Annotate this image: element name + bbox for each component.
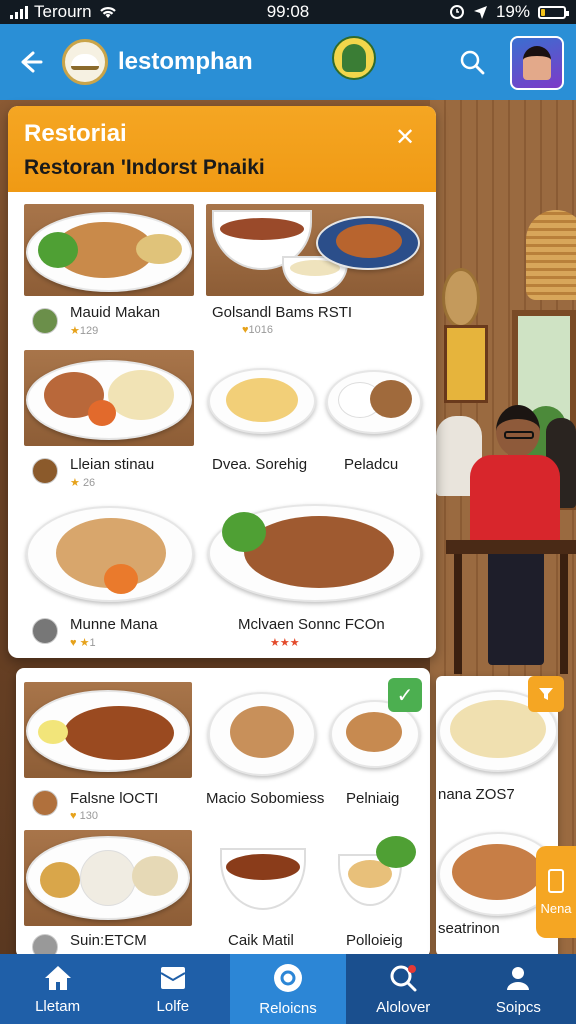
close-icon[interactable]: ✕ [392,124,418,151]
dish-photo[interactable] [24,830,192,926]
bottom-nav: Lletam Lolfe Reloicns Alolover Soipcs [0,954,576,1024]
wifi-icon [99,7,116,18]
nav-profile[interactable]: Soipcs [460,954,576,1024]
rattan-lamp [526,210,576,300]
battery-percent: 19% [495,2,530,21]
card-header: Restoriai Restoran 'Indorst Pnaiki ✕ [8,106,436,192]
dish-photo[interactable] [206,204,424,296]
item-name[interactable]: Dvea. Sorehig [212,456,307,473]
nav-label: Soipcs [495,998,541,1016]
item-rating: ♥ 130 [70,810,98,822]
filter-icon[interactable] [528,676,564,712]
item-rating: ★★★ [270,637,300,649]
nav-home[interactable]: Lletam [0,954,115,1024]
nav-menu[interactable]: Lolfe [115,954,230,1024]
nav-label: Alolover [376,998,431,1016]
side-tab[interactable]: Nena [536,846,576,938]
item-rating: ♥1016 [242,324,274,336]
restaurant-card-2: Falsne lOCTI ♥ 130 Macio Sobomiess Pelni… [16,668,430,958]
nav-label: Lletam [35,997,81,1015]
app-header: lestomphan [0,24,576,100]
item-rating: ★ 26 [70,477,96,489]
back-arrow-icon[interactable] [12,44,48,80]
item-name[interactable]: Mclvaen Sonnc FCOn [238,616,385,633]
item-rating: ♥ ★1 [70,637,96,649]
location-arrow-icon [473,5,487,19]
item-name[interactable]: Falsne lOCTI [70,790,158,807]
nav-label: Lolfe [156,997,190,1015]
nav-search[interactable]: Alolover [345,954,461,1024]
battery-icon [538,5,569,19]
item-name[interactable]: Macio Sobomiess [206,790,324,807]
wall-picture [444,325,488,403]
location-icon [274,963,302,992]
card-title: Restoriai [24,120,127,147]
item-rating: ★129 [70,325,99,337]
restaurant-card: Restoriai Restoran 'Indorst Pnaiki ✕ Mau… [8,106,436,658]
search-icon [390,964,417,991]
phone-icon [548,868,564,893]
chef-badge-icon[interactable] [332,36,376,80]
straw-hat-decoration [442,268,480,328]
profile-icon [507,966,530,990]
avatar [32,458,58,484]
item-name[interactable]: Pelniaig [346,790,399,807]
item-name[interactable]: Polloieig [346,932,403,949]
app-title: lestomphan [118,48,253,75]
avatar [32,618,58,644]
nav-location[interactable]: Reloicns [230,954,346,1024]
item-name[interactable]: Mauid Makan [70,304,160,321]
alarm-icon [449,5,464,19]
status-bar: Terourn 99:08 19% [0,0,576,24]
item-name[interactable]: nana ZOS7 [438,786,515,803]
rice-bowl-logo [62,39,108,85]
signal-icon [10,5,28,19]
check-icon[interactable]: ✓ [388,678,422,712]
dish-photo[interactable] [24,204,194,296]
man-with-phone [468,405,568,665]
search-icon[interactable] [452,42,492,82]
item-name[interactable]: Golsandl Bams RSTI [212,304,352,321]
item-name[interactable]: Peladcu [344,456,398,473]
home-icon [44,965,71,990]
dish-photo[interactable] [24,350,194,446]
item-name[interactable]: Suin:ETCM [70,932,147,949]
menu-icon [160,966,186,989]
item-name[interactable]: Caik Matil [228,932,294,949]
card-subtitle: Restoran 'Indorst Pnaiki [24,156,265,179]
dish-photo[interactable] [24,682,192,778]
dining-table [446,540,576,554]
item-name[interactable]: seatrinon [438,920,500,937]
carrier-name: Terourn [34,2,92,21]
avatar [32,308,58,334]
profile-avatar[interactable] [510,36,564,90]
item-name[interactable]: Lleian stinau [70,456,154,473]
nav-label: Reloicns [259,999,317,1017]
item-name[interactable]: Munne Mana [70,616,158,633]
side-tab-label: Nena [540,900,572,916]
avatar [32,790,58,816]
